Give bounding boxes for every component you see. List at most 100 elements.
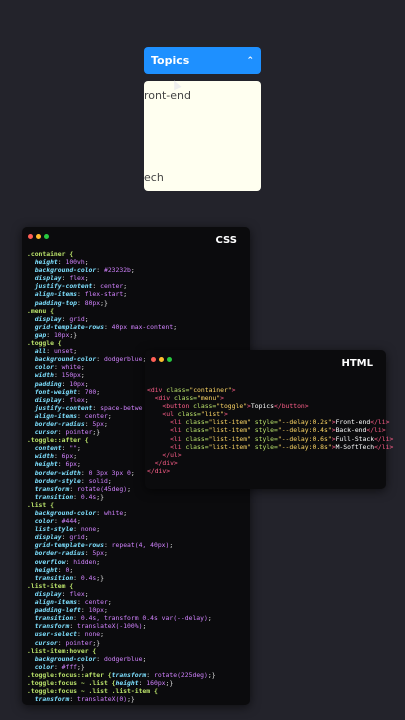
code-line: .container { <box>27 250 216 258</box>
code-line: <li class="list-item" style="--delay:0.8… <box>147 443 393 451</box>
code-token: ; <box>77 444 81 453</box>
code-line: grid-template-rows: repeat(4, 40px); <box>27 541 216 549</box>
code-token: background-color <box>27 509 97 517</box>
code-line: display: flex; <box>27 590 216 598</box>
code-token: class= <box>166 386 190 394</box>
code-line: grid-template-rows: 40px max-content; <box>27 323 216 331</box>
code-line: transition: 0.4s;} <box>27 493 216 501</box>
code-token: : <box>80 476 89 485</box>
code-token: grid <box>69 533 85 542</box>
code-token: : <box>46 347 54 356</box>
code-token: pointer <box>65 428 93 437</box>
code-token: 10px <box>69 379 85 388</box>
code-token: flex <box>69 589 85 598</box>
code-token: : <box>53 517 62 526</box>
code-token: border-width <box>27 468 81 477</box>
code-token: </div> <box>147 458 178 467</box>
list-item-tech[interactable]: ech <box>144 171 164 184</box>
code-line: padding-top: 80px;} <box>27 299 216 307</box>
code-line: background-color: dodgerblue; <box>27 655 216 663</box>
code-token: style= <box>254 434 278 443</box>
code-token: class= <box>185 442 209 451</box>
code-token: .toggle:focus ~ .list .list-item { <box>27 687 158 696</box>
code-line: .list-item:hover { <box>27 647 216 655</box>
code-token: height <box>115 678 139 687</box>
chevron-up-icon: ⌃ <box>246 55 254 66</box>
html-code-block: <div class="container"> <div class="menu… <box>147 386 393 475</box>
code-token: ; <box>84 533 89 542</box>
code-token: .toggle:focus ~ .list { <box>27 678 116 687</box>
code-token: display <box>27 395 62 404</box>
code-token: rotate(225deg) <box>154 670 208 679</box>
code-token: .container { <box>27 250 74 258</box>
window-controls <box>28 234 49 239</box>
code-line: .list-item { <box>27 582 216 590</box>
code-line: </ul> <box>147 451 393 459</box>
code-token: content <box>27 444 62 453</box>
code-token: flex <box>69 395 85 404</box>
close-dot-icon <box>151 357 156 362</box>
code-token: > <box>231 386 236 394</box>
code-line: padding-left: 10px; <box>27 606 216 614</box>
code-token: : <box>46 330 54 339</box>
code-token: </div> <box>147 466 171 475</box>
code-token: ; <box>127 484 131 493</box>
code-line: <button class="toggle">Topics</button> <box>147 402 393 410</box>
code-line: .toggle { <box>27 339 216 347</box>
code-line: <div class="menu"> <box>147 394 393 402</box>
code-token: display <box>27 314 62 323</box>
code-token: Topics <box>250 402 274 411</box>
code-token: ; <box>142 654 147 663</box>
code-token: ;} <box>77 662 85 671</box>
code-token: font-weight <box>27 387 78 396</box>
code-token: unset <box>53 347 74 356</box>
code-token: overflow <box>27 557 66 566</box>
code-token: width <box>27 371 54 380</box>
code-token: transition <box>27 492 74 501</box>
code-token: flex <box>69 274 85 283</box>
code-token: "list-item" <box>208 434 255 443</box>
code-token: ;} <box>165 678 174 687</box>
code-token: #444 <box>61 517 78 526</box>
code-token: center <box>84 598 108 607</box>
code-token: align-items <box>27 411 78 420</box>
code-token: 40px max-content <box>111 322 174 331</box>
code-line: cursor: pointer;} <box>27 639 216 647</box>
code-token: "list-item" <box>208 426 255 435</box>
code-token: <li <box>147 426 186 435</box>
code-token: 10px <box>53 330 70 339</box>
code-token: : <box>96 266 104 275</box>
code-token: class= <box>177 410 201 419</box>
code-token: </li> <box>366 426 386 435</box>
code-line: display: grid; <box>27 533 216 541</box>
code-token: ; <box>130 468 135 477</box>
code-token: padding-left <box>27 606 81 615</box>
code-token: 5px <box>92 549 104 558</box>
code-token: ; <box>77 517 81 526</box>
code-token: ; <box>123 290 128 299</box>
code-token: 0.4s <box>80 492 97 501</box>
code-token: 6px <box>61 452 74 461</box>
code-token: <button <box>147 402 194 411</box>
topics-toggle-button[interactable]: Topics ⌃ <box>144 47 261 74</box>
code-token: class= <box>173 394 198 403</box>
code-token: M-SoftTech <box>335 442 375 451</box>
code-token: class= <box>185 418 209 427</box>
code-token: hidden <box>73 557 97 566</box>
code-line: display: grid; <box>27 315 216 323</box>
list-item-front-end[interactable]: ront-end <box>144 89 191 102</box>
code-token: display <box>27 533 62 542</box>
code-token: height <box>27 460 58 469</box>
code-token: pointer <box>65 638 93 647</box>
code-token: </ul> <box>147 450 182 459</box>
code-token: ; <box>73 347 78 356</box>
code-token: : <box>69 484 78 493</box>
code-token: .list-item:hover { <box>27 646 97 655</box>
code-token: <li <box>147 442 186 451</box>
code-token: height <box>27 565 58 574</box>
code-token: : <box>146 670 154 679</box>
code-token: ; <box>103 549 108 558</box>
code-token: solid <box>88 476 108 485</box>
code-token: : <box>77 630 85 639</box>
code-token: 160px <box>146 678 166 687</box>
